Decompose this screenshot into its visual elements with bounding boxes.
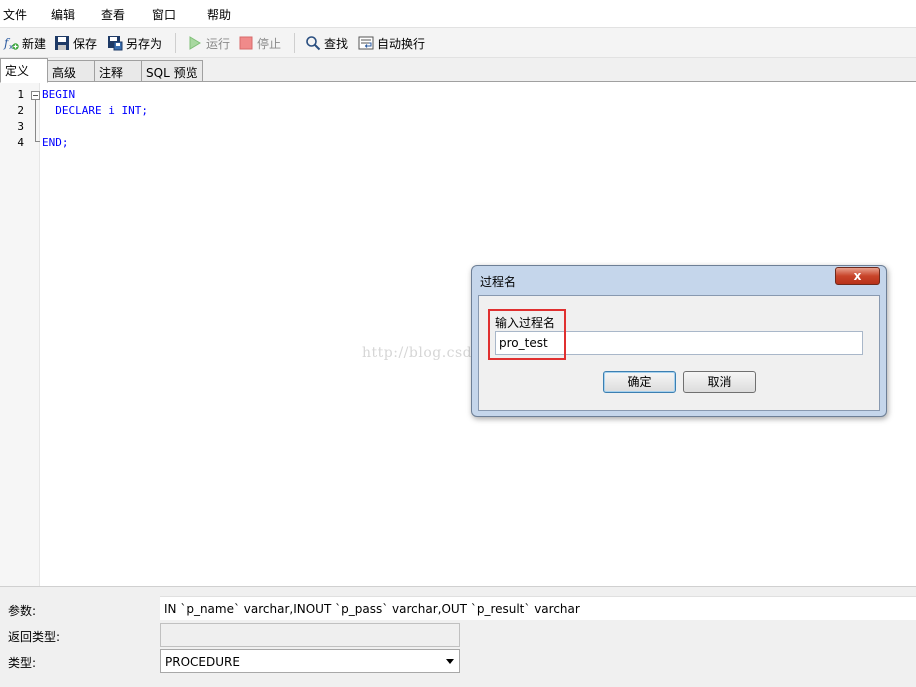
tab-definition[interactable]: 定义	[0, 58, 48, 83]
params-field[interactable]: IN `p_name` varchar,INOUT `p_pass` varch…	[160, 596, 916, 620]
run-label: 运行	[206, 36, 231, 51]
routine-properties: 参数: IN `p_name` varchar,INOUT `p_pass` v…	[0, 586, 916, 687]
toolbar: fx 新建 保存 另存为 运行 停止 查找 自动换行	[0, 27, 916, 58]
save-button[interactable]: 保存	[54, 32, 97, 54]
toolbar-separator	[175, 33, 176, 53]
find-button[interactable]: 查找	[305, 32, 348, 54]
menu-bar: 文件 编辑 查看 窗口 帮助	[0, 0, 916, 27]
tab-sql-preview[interactable]: SQL 预览	[141, 60, 203, 82]
code-line: BEGIN	[42, 88, 76, 101]
stop-label: 停止	[257, 36, 282, 51]
return-type-label: 返回类型:	[8, 630, 61, 644]
function-icon: fx	[3, 35, 19, 51]
new-label: 新建	[22, 36, 47, 51]
code-line: END;	[42, 136, 69, 149]
save-as-label: 另存为	[126, 36, 163, 51]
line-number-gutter: 1 2 3 4	[0, 83, 40, 586]
menu-view[interactable]: 查看	[101, 6, 125, 23]
run-button[interactable]: 运行	[187, 32, 230, 54]
cancel-button[interactable]: 取消	[683, 371, 756, 393]
play-icon	[187, 35, 203, 51]
line-number: 3	[17, 120, 24, 133]
save-as-button[interactable]: 另存为	[107, 32, 162, 54]
menu-window[interactable]: 窗口	[152, 6, 176, 23]
tab-advanced[interactable]: 高级	[47, 60, 95, 82]
type-select-value: PROCEDURE	[165, 655, 240, 669]
tab-bar: 定义 高级 注释 SQL 预览	[0, 58, 916, 83]
dialog-title: 过程名	[480, 275, 517, 289]
type-label: 类型:	[8, 656, 37, 670]
type-select[interactable]: PROCEDURE	[160, 649, 460, 673]
line-number: 1	[17, 88, 24, 101]
ok-button[interactable]: 确定	[603, 371, 676, 393]
word-wrap-label: 自动换行	[377, 36, 426, 51]
tab-comment[interactable]: 注释	[94, 60, 142, 82]
word-wrap-button[interactable]: 自动换行	[358, 32, 425, 54]
stop-icon	[238, 35, 254, 51]
save-as-icon	[107, 35, 123, 51]
fold-guide-end	[35, 141, 40, 142]
find-label: 查找	[324, 36, 349, 51]
menu-file[interactable]: 文件	[3, 6, 27, 23]
params-label: 参数:	[8, 604, 37, 618]
fold-guide	[35, 100, 36, 142]
annotation-highlight-box	[488, 309, 566, 360]
line-number: 2	[17, 104, 24, 117]
menu-help[interactable]: 帮助	[207, 6, 231, 23]
search-icon	[305, 35, 321, 51]
menu-edit[interactable]: 编辑	[51, 6, 75, 23]
line-number: 4	[17, 136, 24, 149]
word-wrap-icon	[358, 35, 374, 51]
close-button[interactable]: x	[835, 267, 880, 285]
save-icon	[54, 35, 70, 51]
fold-toggle-icon[interactable]	[31, 91, 40, 100]
new-button[interactable]: fx 新建	[3, 32, 46, 54]
code-line: DECLARE i INT;	[42, 104, 148, 117]
stop-button[interactable]: 停止	[238, 32, 281, 54]
save-label: 保存	[73, 36, 98, 51]
chevron-down-icon	[446, 659, 454, 664]
toolbar-separator	[294, 33, 295, 53]
return-type-field[interactable]	[160, 623, 460, 647]
